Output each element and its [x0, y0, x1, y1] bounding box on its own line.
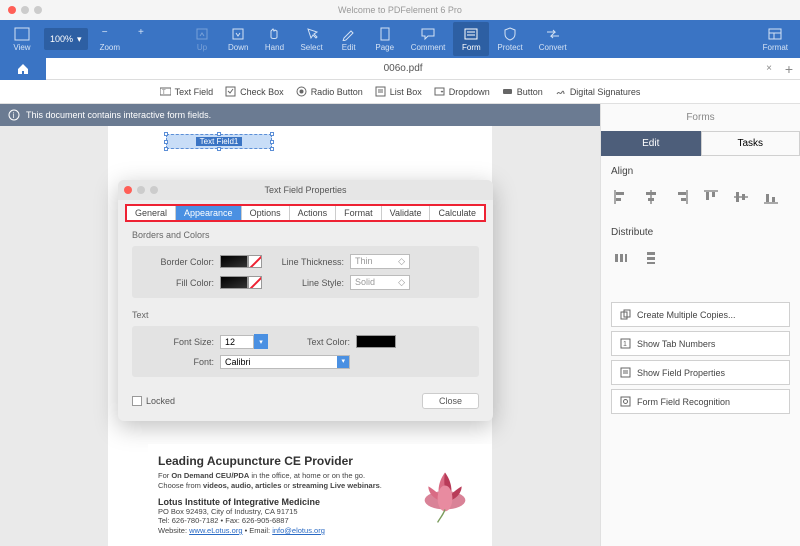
svg-text:1: 1: [623, 341, 627, 348]
radio-button-tool[interactable]: Radio Button: [296, 86, 363, 97]
distribute-v-icon[interactable]: [641, 248, 661, 268]
tab-format[interactable]: Format: [336, 206, 382, 220]
dialog-max-icon: [150, 186, 158, 194]
line-style-label: Line Style:: [272, 278, 350, 288]
new-tab-button[interactable]: +: [778, 61, 800, 77]
line-thickness-label: Line Thickness:: [272, 257, 350, 267]
card-heading: Leading Acupuncture CE Provider: [158, 454, 408, 468]
page-button[interactable]: Page: [367, 22, 403, 56]
distribute-h-icon[interactable]: [611, 248, 631, 268]
border-color-label: Border Color:: [142, 257, 220, 267]
tab-validate[interactable]: Validate: [382, 206, 431, 220]
tab-general[interactable]: General: [127, 206, 176, 220]
align-bottom-icon[interactable]: [761, 187, 781, 207]
locked-checkbox[interactable]: [132, 396, 142, 406]
select-button[interactable]: Select: [292, 22, 330, 56]
panel-tab-tasks[interactable]: Tasks: [701, 131, 800, 156]
tab-bar: 006o.pdf × +: [0, 58, 800, 80]
window-zoom-icon[interactable]: [34, 6, 42, 14]
form-tools-bar: TText Field Check Box Radio Button List …: [0, 80, 800, 104]
field-label: Text Field1: [196, 137, 243, 146]
align-right-icon[interactable]: [671, 187, 691, 207]
zoom-control[interactable]: 100%▾: [44, 28, 88, 50]
digital-signatures-tool[interactable]: Digital Signatures: [555, 86, 641, 97]
zoom-out-button[interactable]: −Zoom: [92, 22, 128, 56]
dialog-min-icon: [137, 186, 145, 194]
tab-options[interactable]: Options: [242, 206, 290, 220]
section-borders: Borders and Colors: [132, 230, 479, 240]
zoom-in-button[interactable]: +: [128, 22, 164, 56]
tab-actions[interactable]: Actions: [290, 206, 337, 220]
panel-tab-edit[interactable]: Edit: [601, 131, 701, 156]
view-button[interactable]: View: [4, 22, 40, 56]
font-label: Font:: [142, 357, 220, 367]
align-left-icon[interactable]: [611, 187, 631, 207]
website-link[interactable]: www.eLotus.org: [189, 526, 242, 535]
show-tab-numbers-button[interactable]: 1Show Tab Numbers: [611, 331, 790, 356]
no-fill-color[interactable]: [248, 276, 262, 289]
properties-dialog: Text Field Properties General Appearance…: [118, 180, 493, 421]
button-tool[interactable]: Button: [502, 86, 543, 97]
window-close-icon[interactable]: [8, 6, 16, 14]
text-field-selected[interactable]: Text Field1: [166, 134, 272, 149]
locked-label: Locked: [146, 396, 175, 406]
align-center-h-icon[interactable]: [641, 187, 661, 207]
no-border-color[interactable]: [248, 255, 262, 268]
field-recognition-button[interactable]: Form Field Recognition: [611, 389, 790, 414]
border-color-swatch[interactable]: [220, 255, 248, 268]
text-color-swatch[interactable]: [356, 335, 396, 348]
tab-calculate[interactable]: Calculate: [430, 206, 484, 220]
convert-button[interactable]: Convert: [531, 22, 575, 56]
line-style-select[interactable]: Solid◇: [350, 275, 410, 290]
up-button[interactable]: Up: [184, 22, 220, 56]
font-size-stepper[interactable]: ▾: [254, 334, 268, 349]
font-select[interactable]: Calibri▾: [220, 355, 350, 369]
dialog-close-icon[interactable]: [124, 186, 132, 194]
dialog-tabs: General Appearance Options Actions Forma…: [125, 204, 486, 222]
svg-text:T: T: [162, 90, 166, 96]
format-button[interactable]: Format: [755, 22, 796, 56]
panel-title: Forms: [601, 104, 800, 131]
form-button[interactable]: Form: [453, 22, 489, 56]
side-panel: Forms Edit Tasks Align Distribute Create…: [600, 104, 800, 546]
svg-text:i: i: [13, 111, 15, 120]
align-top-icon[interactable]: [701, 187, 721, 207]
file-tab[interactable]: 006o.pdf: [46, 63, 760, 74]
close-tab-icon[interactable]: ×: [760, 63, 778, 74]
email-link[interactable]: info@elotus.org: [272, 526, 325, 535]
home-tab[interactable]: [0, 58, 46, 80]
card-subheading: Lotus Institute of Integrative Medicine: [158, 497, 408, 507]
main-toolbar: View 100%▾ −Zoom + Up Down Hand Select E…: [0, 20, 800, 58]
font-size-label: Font Size:: [142, 337, 220, 347]
dropdown-tool[interactable]: Dropdown: [434, 86, 490, 97]
window-minimize-icon[interactable]: [21, 6, 29, 14]
text-field-tool[interactable]: TText Field: [160, 86, 214, 97]
list-box-tool[interactable]: List Box: [375, 86, 422, 97]
protect-button[interactable]: Protect: [489, 22, 530, 56]
edit-button[interactable]: Edit: [331, 22, 367, 56]
down-button[interactable]: Down: [220, 22, 256, 56]
content-card: Leading Acupuncture CE Provider For On D…: [148, 444, 492, 540]
section-text: Text: [132, 310, 479, 320]
notice-text: This document contains interactive form …: [26, 110, 211, 120]
distribute-section: Distribute: [601, 217, 800, 242]
check-box-tool[interactable]: Check Box: [225, 86, 284, 97]
fill-color-label: Fill Color:: [142, 278, 220, 288]
create-copies-button[interactable]: Create Multiple Copies...: [611, 302, 790, 327]
comment-button[interactable]: Comment: [403, 22, 454, 56]
show-properties-button[interactable]: Show Field Properties: [611, 360, 790, 385]
fill-color-swatch[interactable]: [220, 276, 248, 289]
close-button[interactable]: Close: [422, 393, 479, 409]
title-bar: Welcome to PDFelement 6 Pro: [0, 0, 800, 20]
align-middle-icon[interactable]: [731, 187, 751, 207]
font-size-input[interactable]: 12: [220, 335, 254, 349]
hand-button[interactable]: Hand: [256, 22, 292, 56]
line-thickness-select[interactable]: Thin◇: [350, 254, 410, 269]
dialog-title: Text Field Properties: [264, 185, 346, 195]
lotus-image: [408, 454, 482, 528]
text-color-label: Text Color:: [278, 337, 356, 347]
app-title: Welcome to PDFelement 6 Pro: [338, 5, 462, 15]
tab-appearance[interactable]: Appearance: [176, 206, 242, 220]
align-section: Align: [601, 156, 800, 181]
